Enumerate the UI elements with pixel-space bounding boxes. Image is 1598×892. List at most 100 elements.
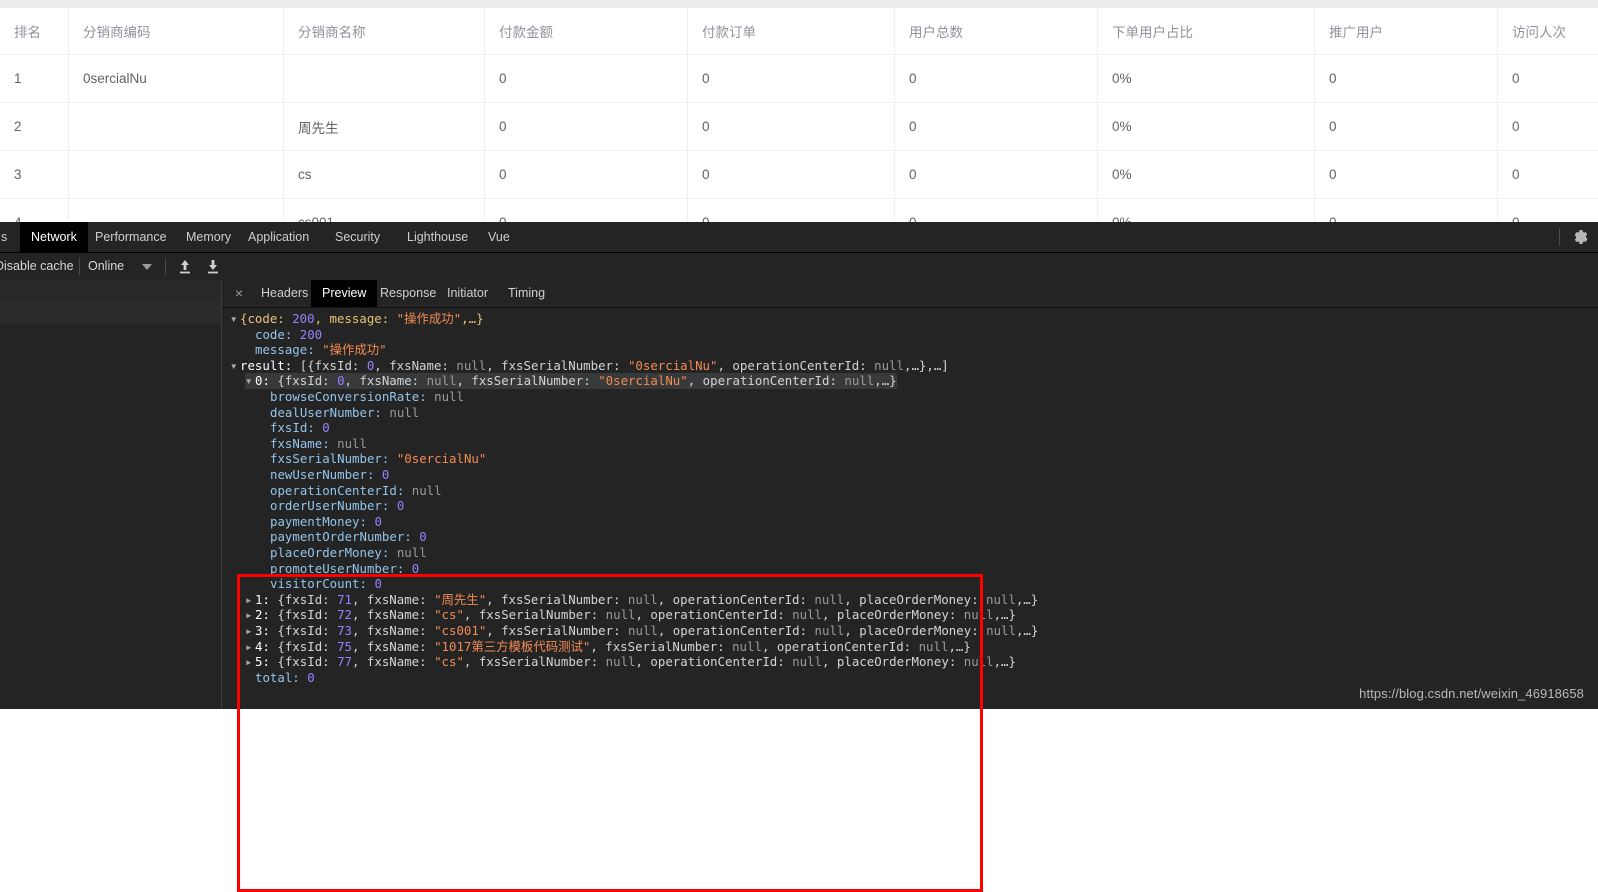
disclosure-triangle-icon[interactable] bbox=[245, 639, 255, 655]
disclosure-triangle-icon[interactable] bbox=[245, 607, 255, 623]
json-line[interactable]: newUserNumber: 0 bbox=[260, 467, 389, 483]
json-token: code: bbox=[255, 327, 300, 342]
detail-tab-initiator[interactable]: Initiator bbox=[436, 280, 499, 307]
json-token: 75 bbox=[337, 639, 352, 654]
cell-payment: 0 bbox=[485, 199, 688, 223]
json-line[interactable]: total: 0 bbox=[245, 670, 315, 686]
throttling-select[interactable]: Online bbox=[88, 253, 124, 280]
devtools-tab-vue[interactable]: Vue bbox=[477, 222, 521, 252]
json-line[interactable]: message: "操作成功" bbox=[245, 342, 387, 358]
json-line[interactable]: result: [{fxsId: 0, fxsName: null, fxsSe… bbox=[230, 358, 949, 374]
cell-orders: 0 bbox=[688, 103, 895, 151]
cell-orders: 0 bbox=[688, 199, 895, 223]
cell-ratio: 0% bbox=[1098, 151, 1315, 199]
json-line[interactable]: fxsSerialNumber: "0sercialNu" bbox=[260, 451, 486, 467]
request-detail-pane: × HeadersPreviewResponseInitiatorTiming … bbox=[222, 280, 1598, 709]
json-token: 200 bbox=[292, 311, 314, 326]
watermark-url: https://blog.csdn.net/weixin_46918658 bbox=[1359, 686, 1584, 701]
json-token: , fxsSerialNumber: bbox=[464, 654, 606, 669]
devtools-tab-s[interactable]: s bbox=[0, 222, 18, 252]
json-line[interactable]: paymentOrderNumber: 0 bbox=[260, 529, 427, 545]
devtools-tab-performance[interactable]: Performance bbox=[84, 222, 178, 252]
cell-visits: 0 bbox=[1498, 55, 1598, 103]
json-token: total: bbox=[255, 670, 307, 685]
json-line[interactable]: orderUserNumber: 0 bbox=[260, 498, 404, 514]
download-arrow-icon[interactable] bbox=[205, 258, 221, 275]
network-request-list[interactable] bbox=[0, 280, 221, 709]
cell-visits: 0 bbox=[1498, 151, 1598, 199]
json-token: 77 bbox=[337, 654, 352, 669]
json-line[interactable]: 0: {fxsId: 0, fxsName: null, fxsSerialNu… bbox=[245, 373, 897, 389]
json-line[interactable]: fxsName: null bbox=[260, 436, 367, 452]
page-top-strip bbox=[0, 0, 1598, 8]
json-token: 0 bbox=[374, 576, 381, 591]
json-line[interactable]: promoteUserNumber: 0 bbox=[260, 561, 419, 577]
request-list-item[interactable] bbox=[0, 302, 221, 325]
json-line[interactable]: placeOrderMoney: null bbox=[260, 545, 427, 561]
json-token: "0sercialNu" bbox=[598, 373, 688, 388]
disclosure-triangle-icon[interactable] bbox=[245, 654, 255, 670]
json-token: 0: bbox=[255, 373, 277, 388]
disclosure-triangle-icon[interactable] bbox=[245, 592, 255, 608]
json-line[interactable]: 4: {fxsId: 75, fxsName: "1017第三方模板代码测试",… bbox=[245, 639, 971, 655]
table-row[interactable]: 4 cs001 0 0 0 0% 0 0 bbox=[0, 199, 1598, 223]
devtools-tab-lighthouse[interactable]: Lighthouse bbox=[396, 222, 479, 252]
json-line[interactable]: 1: {fxsId: 71, fxsName: "周先生", fxsSerial… bbox=[245, 592, 1038, 608]
devtools-tab-memory[interactable]: Memory bbox=[175, 222, 242, 252]
table-row[interactable]: 1 0sercialNu 0 0 0 0% 0 0 bbox=[0, 55, 1598, 103]
json-token: 2: bbox=[255, 607, 277, 622]
disclosure-triangle-icon[interactable] bbox=[230, 311, 240, 327]
json-token: {fxsId: bbox=[277, 639, 337, 654]
gear-icon[interactable] bbox=[1570, 227, 1590, 247]
json-line[interactable]: {code: 200, message: "操作成功",…} bbox=[230, 311, 484, 327]
chevron-down-icon[interactable] bbox=[142, 264, 152, 270]
disclosure-triangle-icon[interactable] bbox=[230, 358, 240, 374]
cell-code bbox=[69, 199, 284, 223]
disable-cache-label[interactable]: Disable cache bbox=[0, 253, 74, 280]
json-line[interactable]: fxsId: 0 bbox=[260, 420, 330, 436]
disclosure-triangle-icon[interactable] bbox=[245, 623, 255, 639]
detail-tab-timing[interactable]: Timing bbox=[497, 280, 556, 307]
cell-promote: 0 bbox=[1315, 103, 1498, 151]
json-token: fxsId: bbox=[270, 420, 322, 435]
json-token: null bbox=[606, 607, 636, 622]
json-token: promoteUserNumber: bbox=[270, 561, 412, 576]
cell-promote: 0 bbox=[1315, 55, 1498, 103]
json-line[interactable]: dealUserNumber: null bbox=[260, 405, 419, 421]
json-token: [{fxsId: bbox=[300, 358, 367, 373]
table-row[interactable]: 3 cs 0 0 0 0% 0 0 bbox=[0, 151, 1598, 199]
upload-arrow-icon[interactable] bbox=[177, 258, 193, 275]
json-token: null bbox=[337, 436, 367, 451]
table-row[interactable]: 2 周先生 0 0 0 0% 0 0 bbox=[0, 103, 1598, 151]
json-token: 0 bbox=[307, 670, 314, 685]
cell-visits: 0 bbox=[1498, 103, 1598, 151]
json-token: 0 bbox=[322, 420, 329, 435]
json-line[interactable]: 3: {fxsId: 73, fxsName: "cs001", fxsSeri… bbox=[245, 623, 1038, 639]
devtools-tab-network[interactable]: Network bbox=[20, 222, 88, 252]
json-line[interactable]: 2: {fxsId: 72, fxsName: "cs", fxsSerialN… bbox=[245, 607, 1016, 623]
json-token: 5: bbox=[255, 654, 277, 669]
disclosure-triangle-icon[interactable] bbox=[245, 373, 255, 389]
json-token: , fxsSerialNumber: bbox=[464, 607, 606, 622]
json-preview-viewer[interactable]: {code: 200, message: "操作成功",…}code: 200m… bbox=[222, 308, 1598, 709]
json-token: "cs" bbox=[434, 654, 464, 669]
json-line[interactable]: paymentMoney: 0 bbox=[260, 514, 382, 530]
close-icon[interactable]: × bbox=[230, 280, 248, 307]
detail-tab-preview[interactable]: Preview bbox=[311, 280, 377, 307]
cell-code bbox=[69, 151, 284, 199]
detail-tab-headers[interactable]: Headers bbox=[250, 280, 319, 307]
json-token: ,…} bbox=[874, 373, 896, 388]
cell-ratio: 0% bbox=[1098, 55, 1315, 103]
cell-users: 0 bbox=[895, 151, 1098, 199]
json-line[interactable]: visitorCount: 0 bbox=[260, 576, 382, 592]
devtools-tab-security[interactable]: Security bbox=[324, 222, 391, 252]
json-token: , fxsName: bbox=[352, 623, 434, 638]
devtools-tab-application[interactable]: Application bbox=[237, 222, 320, 252]
json-line[interactable]: browseConversionRate: null bbox=[260, 389, 464, 405]
json-token: ,…} bbox=[1016, 592, 1038, 607]
json-token: null bbox=[815, 623, 845, 638]
json-line[interactable]: operationCenterId: null bbox=[260, 483, 442, 499]
json-line[interactable]: code: 200 bbox=[245, 327, 322, 343]
json-token: null bbox=[628, 623, 658, 638]
json-line[interactable]: 5: {fxsId: 77, fxsName: "cs", fxsSerialN… bbox=[245, 654, 1016, 670]
